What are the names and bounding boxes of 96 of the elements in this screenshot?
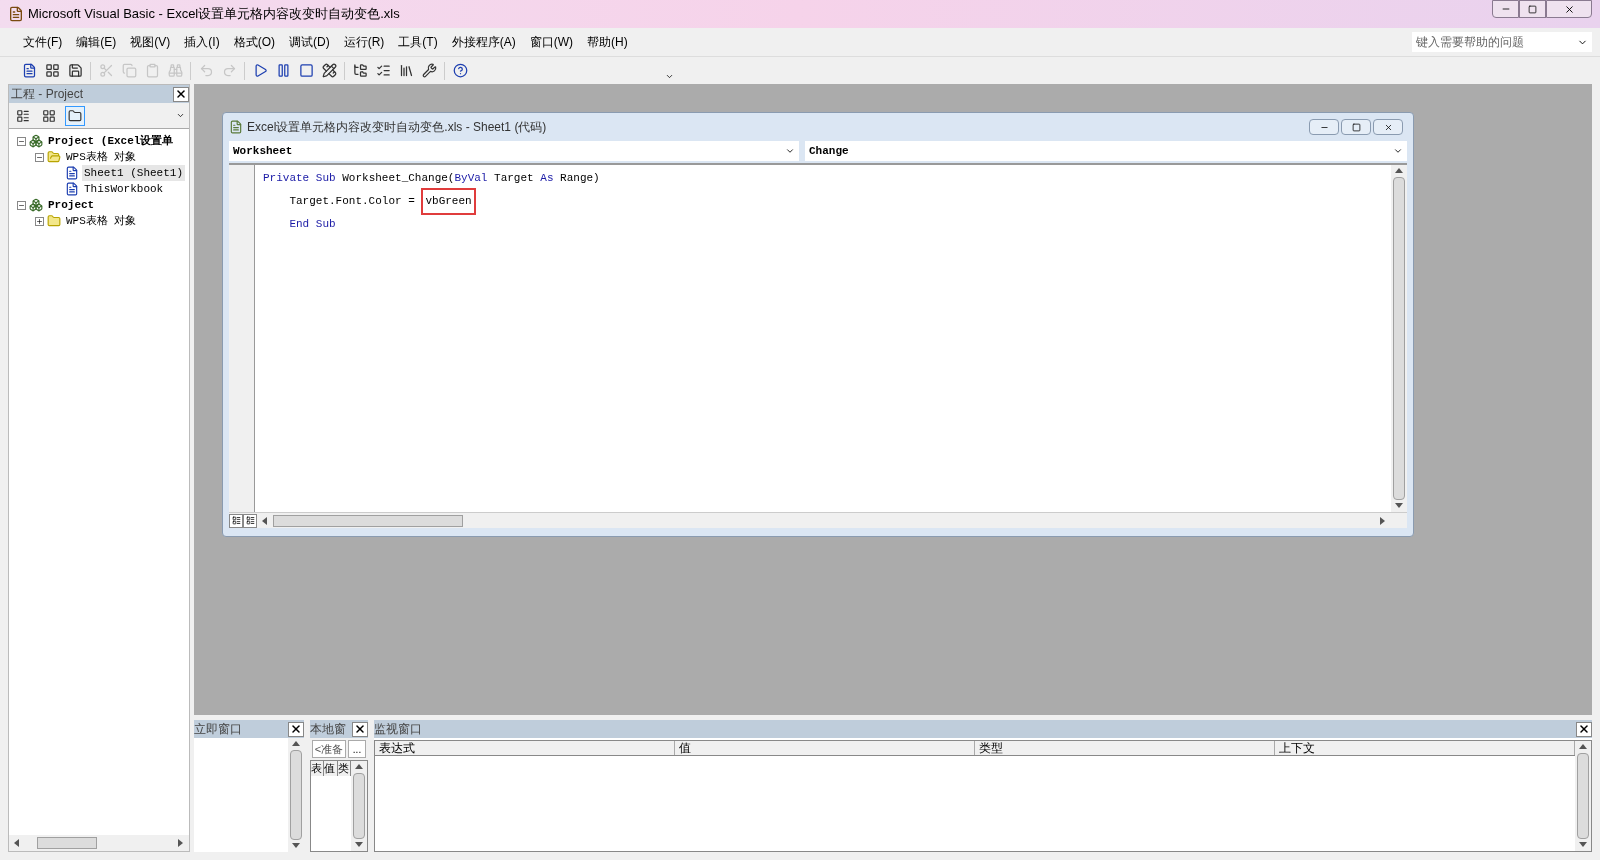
panel-title: 监视窗口 — [374, 721, 422, 738]
maximize-button[interactable] — [1341, 119, 1371, 135]
close-button[interactable] — [352, 721, 368, 737]
code-text: Target.Font.Color = — [288, 194, 416, 210]
app-icon — [8, 6, 24, 22]
project-icon — [29, 134, 43, 148]
panel-title: 工程 - Project — [11, 86, 83, 103]
maximize-button[interactable] — [1519, 0, 1546, 18]
code-keyword: Private Sub — [263, 171, 336, 187]
code-keyword: ByVal — [454, 171, 488, 187]
code-text: Range) — [559, 171, 600, 187]
menu-item[interactable]: 外接程序(A) — [444, 33, 523, 51]
toolbar-options-icon[interactable] — [665, 72, 674, 81]
arrow-right-icon[interactable] — [1379, 516, 1387, 525]
menu-item[interactable]: 文件(F) — [16, 33, 70, 51]
code-window-title: Excel设置单元格内容改变时自动变色.xls - Sheet1 (代码) — [247, 119, 547, 136]
module-icon — [229, 120, 243, 134]
tree-item[interactable]: Project — [46, 196, 97, 214]
arrow-up-icon[interactable] — [355, 763, 363, 771]
menu-item[interactable]: 编辑(E) — [69, 33, 124, 51]
arrow-down-icon[interactable] — [1579, 841, 1587, 849]
help-button[interactable] — [451, 61, 469, 80]
column-header[interactable]: 表达式 — [375, 741, 675, 755]
object-dropdown[interactable]: Worksheet — [229, 141, 799, 161]
save-button[interactable] — [66, 61, 84, 80]
close-button[interactable] — [1576, 721, 1592, 737]
tree-item[interactable]: ThisWorkbook — [82, 180, 166, 198]
code-text: Worksheet_Change( — [341, 171, 455, 187]
close-button[interactable] — [288, 721, 304, 737]
open-folder-icon — [47, 150, 61, 164]
arrow-up-icon[interactable] — [292, 740, 300, 748]
menu-item[interactable]: 帮助(H) — [580, 33, 635, 51]
arrow-down-icon[interactable] — [1395, 502, 1403, 510]
code-token-highlight: vbGreen — [421, 188, 476, 215]
arrow-down-icon[interactable] — [292, 842, 300, 850]
more-button[interactable]: ... — [348, 740, 366, 758]
menu-item[interactable]: 调试(D) — [282, 33, 337, 51]
tree-button[interactable] — [351, 61, 369, 80]
context-button[interactable]: <准备 — [312, 740, 346, 758]
column-header[interactable]: 表 — [311, 761, 325, 776]
arrow-left-icon[interactable] — [13, 839, 21, 847]
arrow-right-icon[interactable] — [177, 839, 185, 847]
collapse-toggle[interactable] — [17, 136, 26, 146]
menu-item[interactable]: 格式(O) — [226, 33, 282, 51]
menu-item[interactable]: 插入(I) — [177, 33, 227, 51]
menu-item[interactable]: 工具(T) — [391, 33, 445, 51]
collapse-toggle[interactable] — [35, 152, 44, 162]
window-title: Microsoft Visual Basic - Excel设置单元格内容改变时自动变色.xls — [28, 5, 400, 24]
tree-item[interactable]: Project (Excel设置单 — [46, 132, 176, 150]
tree-item[interactable]: WPS表格 对象 — [64, 148, 139, 166]
plus-icon — [36, 217, 43, 225]
menu-item[interactable]: 运行(R) — [336, 33, 392, 51]
sheet-icon — [65, 182, 79, 196]
project-icon — [29, 198, 43, 212]
code-text: Target — [493, 171, 535, 187]
ruler-button[interactable] — [320, 61, 338, 80]
menu-item[interactable]: 窗口(W) — [522, 33, 580, 51]
code-keyword: End Sub — [288, 217, 336, 233]
stop-button[interactable] — [297, 61, 315, 80]
collapse-toggle[interactable] — [17, 200, 26, 210]
close-icon — [175, 88, 187, 100]
arrow-left-icon[interactable] — [261, 516, 269, 525]
panel-title: 本地窗 — [310, 721, 346, 738]
maximize-icon — [1351, 122, 1361, 132]
column-header[interactable]: 类型 — [975, 741, 1275, 755]
folder-icon — [47, 214, 61, 228]
arrow-down-icon[interactable] — [355, 841, 363, 849]
close-button[interactable] — [173, 86, 189, 102]
toggle-folders-button[interactable] — [65, 105, 85, 126]
code-keyword: As — [540, 171, 554, 187]
tree-item[interactable]: Sheet1 (Sheet1) — [82, 164, 186, 182]
arrow-up-icon[interactable] — [1579, 743, 1587, 751]
panel-title: 立即窗口 — [194, 721, 242, 738]
expand-toggle[interactable] — [35, 216, 44, 226]
sheet-icon — [65, 166, 79, 180]
minimize-button[interactable] — [1492, 0, 1519, 18]
close-icon — [290, 723, 302, 735]
close-icon — [1563, 3, 1575, 15]
tree-item[interactable]: WPS表格 对象 — [64, 212, 139, 230]
close-icon — [354, 723, 366, 735]
wrench-button[interactable] — [420, 61, 438, 80]
dropdown-icon — [1393, 146, 1403, 156]
column-header[interactable]: 值 — [675, 741, 975, 755]
full-module-view-button[interactable] — [243, 513, 257, 528]
procedure-view-button[interactable] — [229, 513, 243, 528]
dropdown-icon[interactable] — [176, 111, 185, 120]
close-icon — [1383, 122, 1393, 132]
maximize-icon — [1528, 4, 1537, 14]
close-icon — [1578, 723, 1590, 735]
menu-item[interactable]: 视图(V) — [123, 33, 178, 51]
form-button[interactable] — [43, 61, 61, 80]
help-search-field[interactable]: 键入需要帮助的问题 — [1412, 32, 1592, 52]
arrow-up-icon[interactable] — [1395, 167, 1403, 175]
column-header[interactable]: 值 — [324, 761, 338, 776]
procedure-dropdown[interactable]: Change — [805, 141, 1407, 161]
dropdown-icon — [785, 146, 795, 156]
